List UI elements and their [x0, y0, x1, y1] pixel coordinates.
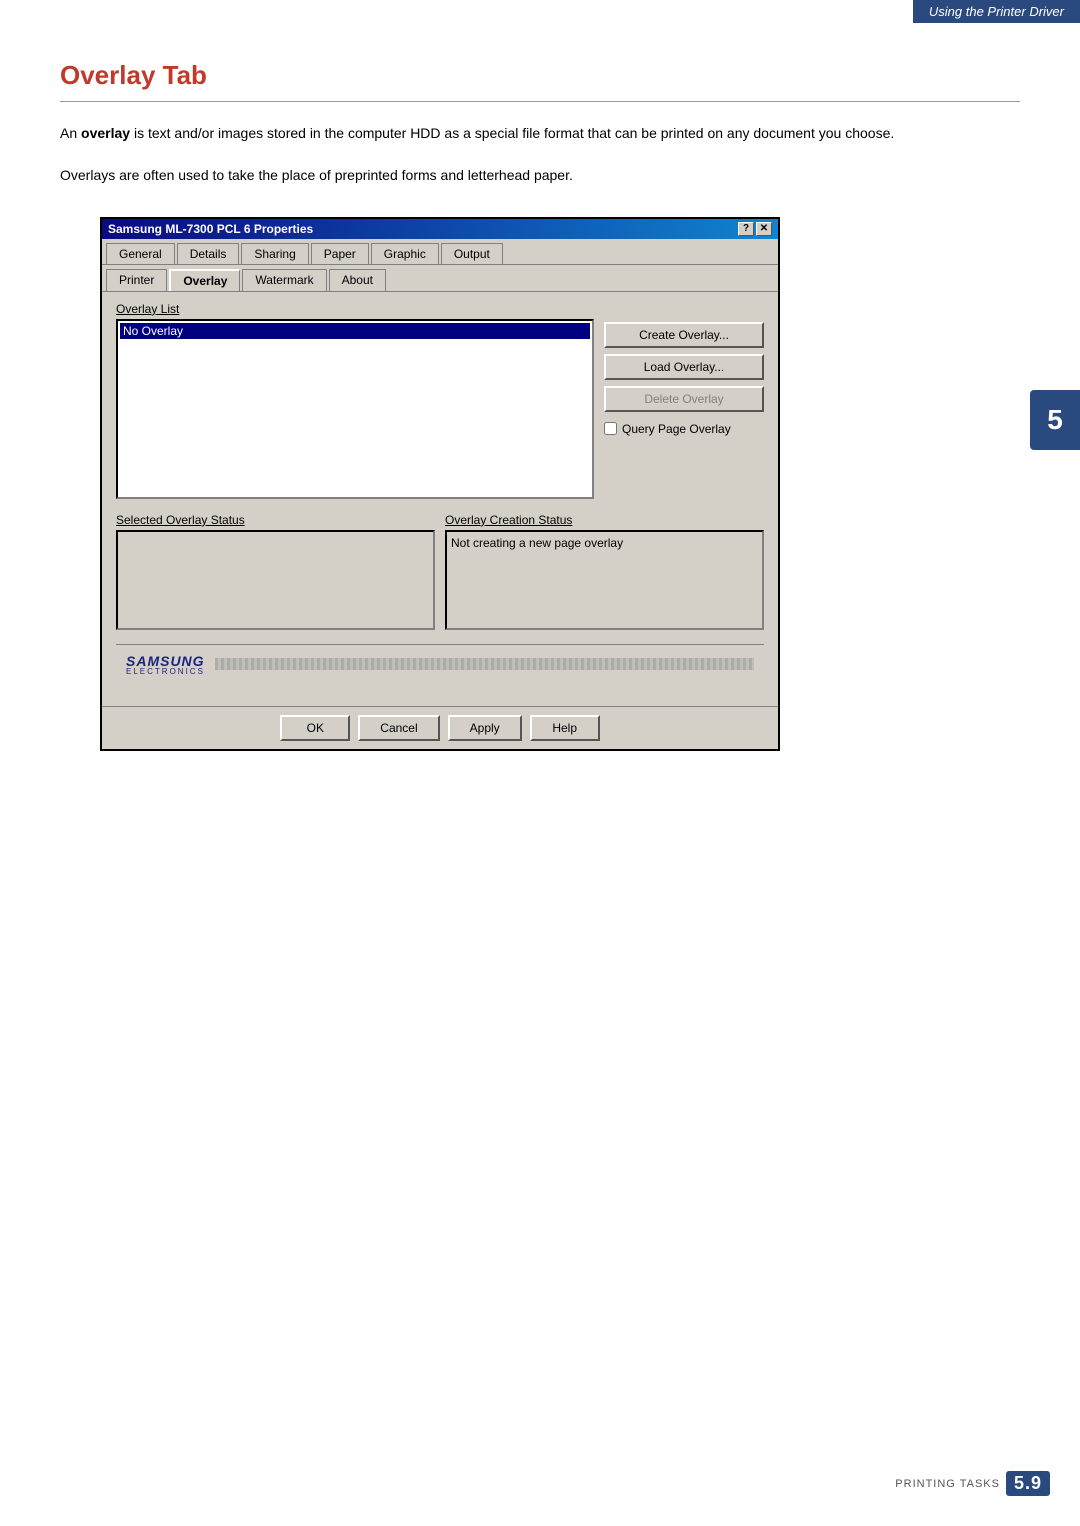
tab-overlay[interactable]: Overlay — [169, 269, 240, 291]
overlay-section: Overlay List No Overlay Create Overlay..… — [116, 302, 764, 499]
page-number: 5.9 — [1006, 1471, 1050, 1496]
page-reference: Printing Tasks 5.9 — [895, 1471, 1050, 1496]
selected-overlay-status-column: Selected Overlay Status — [116, 513, 435, 630]
create-overlay-button[interactable]: Create Overlay... — [604, 322, 764, 348]
titlebar-buttons: ? ✕ — [738, 222, 772, 236]
intro-paragraph-1: An overlay is text and/or images stored … — [60, 122, 1020, 144]
overlay-creation-status-box: Not creating a new page overlay — [445, 530, 764, 630]
tabs-row-2: Printer Overlay Watermark About — [102, 265, 778, 292]
apply-button[interactable]: Apply — [448, 715, 522, 741]
overlay-list-container: Overlay List No Overlay — [116, 302, 594, 499]
load-overlay-button[interactable]: Load Overlay... — [604, 354, 764, 380]
tab-watermark[interactable]: Watermark — [242, 269, 326, 291]
tab-about[interactable]: About — [329, 269, 386, 291]
tab-general[interactable]: General — [106, 243, 175, 264]
selected-overlay-status-box — [116, 530, 435, 630]
samsung-logo: SAMSUNG ELECTRONICS — [126, 653, 205, 676]
query-page-overlay-label: Query Page Overlay — [622, 422, 731, 436]
tab-details[interactable]: Details — [177, 243, 240, 264]
tab-paper[interactable]: Paper — [311, 243, 369, 264]
overlay-creation-status-value: Not creating a new page overlay — [451, 536, 623, 550]
help-button[interactable]: ? — [738, 222, 754, 236]
tab-sharing[interactable]: Sharing — [241, 243, 308, 264]
ok-button[interactable]: OK — [280, 715, 350, 741]
chapter-tab: 5 — [1030, 390, 1080, 450]
tab-graphic[interactable]: Graphic — [371, 243, 439, 264]
intro-paragraph-2: Overlays are often used to take the plac… — [60, 164, 1020, 186]
intro-plain-1: An — [60, 125, 81, 141]
dialog-body: Overlay List No Overlay Create Overlay..… — [102, 292, 778, 706]
samsung-bar — [215, 658, 754, 670]
help-footer-button[interactable]: Help — [530, 715, 600, 741]
query-page-overlay-row: Query Page Overlay — [604, 422, 764, 436]
overlay-list-label: Overlay List — [116, 302, 594, 316]
dialog-titlebar: Samsung ML-7300 PCL 6 Properties ? ✕ — [102, 219, 778, 239]
page-title: Overlay Tab — [60, 60, 1020, 91]
tabs-row: General Details Sharing Paper Graphic Ou… — [102, 239, 778, 265]
overlay-buttons: Create Overlay... Load Overlay... Delete… — [604, 302, 764, 499]
tab-printer[interactable]: Printer — [106, 269, 167, 291]
status-section: Selected Overlay Status Overlay Creation… — [116, 513, 764, 630]
close-button[interactable]: ✕ — [756, 222, 772, 236]
overlay-creation-status-label: Overlay Creation Status — [445, 513, 764, 527]
printing-tasks-label: Printing Tasks — [895, 1478, 1000, 1490]
intro-rest: is text and/or images stored in the comp… — [130, 125, 894, 141]
overlay-listbox[interactable]: No Overlay — [116, 319, 594, 499]
section-label: Using the Printer Driver — [913, 0, 1080, 23]
tab-output[interactable]: Output — [441, 243, 503, 264]
title-divider — [60, 101, 1020, 102]
properties-dialog: Samsung ML-7300 PCL 6 Properties ? ✕ Gen… — [100, 217, 780, 751]
dialog-footer: OK Cancel Apply Help — [102, 706, 778, 749]
main-content: Overlay Tab An overlay is text and/or im… — [0, 0, 1080, 791]
overlay-listbox-item[interactable]: No Overlay — [120, 323, 590, 339]
overlay-creation-status-column: Overlay Creation Status Not creating a n… — [445, 513, 764, 630]
intro-bold: overlay — [81, 125, 130, 141]
selected-overlay-status-label: Selected Overlay Status — [116, 513, 435, 527]
query-page-overlay-checkbox[interactable] — [604, 422, 617, 435]
samsung-sub-text: ELECTRONICS — [126, 667, 205, 676]
delete-overlay-button[interactable]: Delete Overlay — [604, 386, 764, 412]
cancel-button[interactable]: Cancel — [358, 715, 439, 741]
samsung-logo-area: SAMSUNG ELECTRONICS — [116, 644, 764, 684]
dialog-title: Samsung ML-7300 PCL 6 Properties — [108, 222, 313, 236]
